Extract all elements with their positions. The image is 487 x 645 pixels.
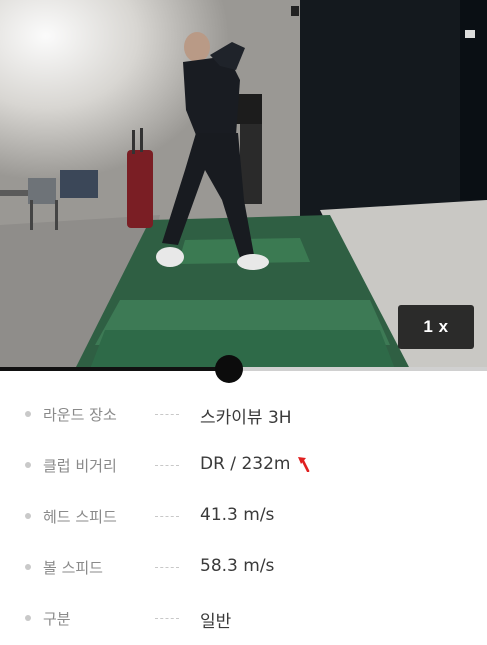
- progress-fill: [0, 367, 229, 371]
- detail-label: 구분: [43, 610, 71, 628]
- detail-row-category: 구분 일반: [0, 594, 487, 645]
- playback-speed-button[interactable]: 1 x: [398, 305, 474, 349]
- swing-details: 라운드 장소 스카이뷰 3H 클럽 비거리 DR / 232m 헤드 스피드 4…: [0, 390, 487, 645]
- dash-divider: [155, 618, 179, 619]
- progress-thumb[interactable]: [215, 355, 243, 383]
- bullet-icon: [25, 564, 31, 570]
- detail-value: 41.3 m/s: [200, 505, 275, 525]
- detail-label: 볼 스피드: [43, 559, 103, 577]
- dash-divider: [155, 465, 179, 466]
- detail-row-ball-speed: 볼 스피드 58.3 m/s: [0, 543, 487, 594]
- bullet-icon: [25, 615, 31, 621]
- detail-value: DR / 232m: [200, 454, 310, 474]
- detail-label: 클럽 비거리: [43, 457, 117, 475]
- dash-divider: [155, 516, 179, 517]
- dash-divider: [155, 414, 179, 415]
- hook-arrow-icon: [298, 457, 310, 472]
- detail-row-head-speed: 헤드 스피드 41.3 m/s: [0, 492, 487, 543]
- detail-row-club-distance: 클럽 비거리 DR / 232m: [0, 441, 487, 492]
- bullet-icon: [25, 411, 31, 417]
- dash-divider: [155, 567, 179, 568]
- bullet-icon: [25, 462, 31, 468]
- swing-video[interactable]: 1 x: [0, 0, 487, 369]
- detail-value: 58.3 m/s: [200, 556, 275, 576]
- detail-row-location: 라운드 장소 스카이뷰 3H: [0, 390, 487, 441]
- detail-label: 헤드 스피드: [43, 508, 117, 526]
- bullet-icon: [25, 513, 31, 519]
- detail-value: 스카이뷰 3H: [200, 408, 292, 428]
- detail-value: 일반: [200, 612, 232, 632]
- detail-label: 라운드 장소: [43, 406, 117, 424]
